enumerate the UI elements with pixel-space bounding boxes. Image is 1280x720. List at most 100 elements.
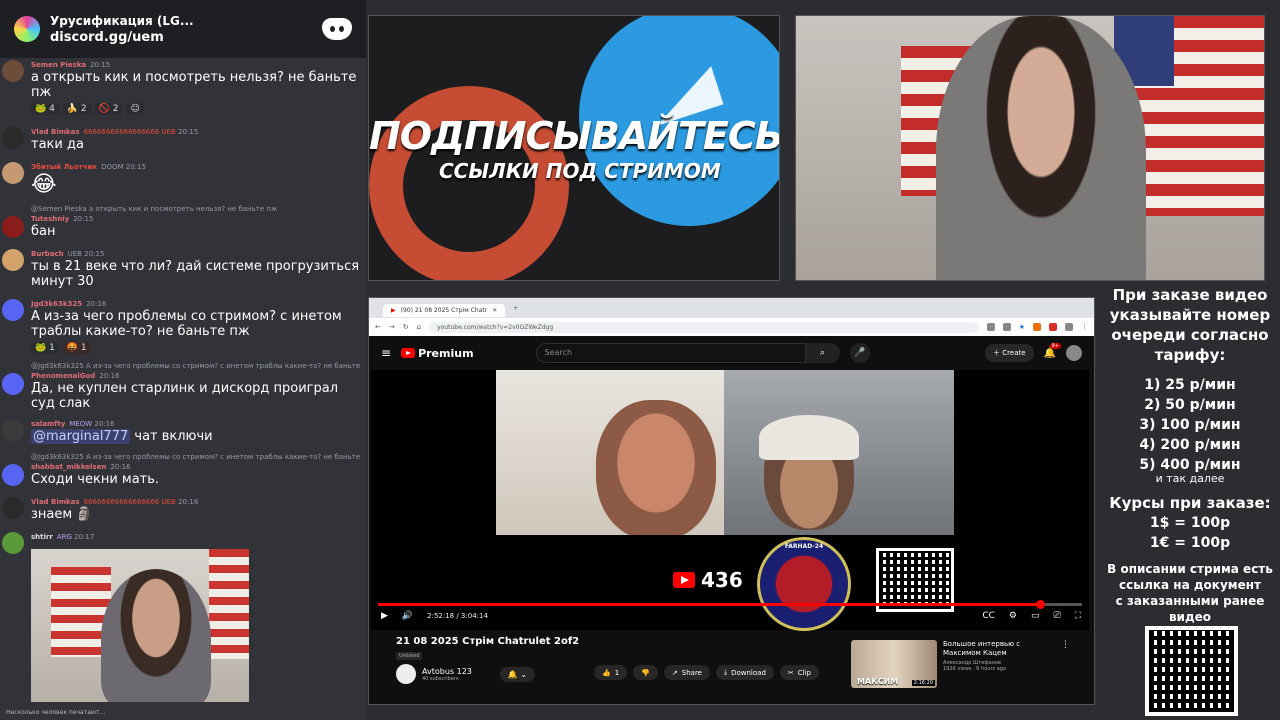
avatar (2, 497, 24, 519)
chat-message: @Jgd3k63k325 А из-за чего проблемы со ст… (0, 359, 366, 413)
reply-preview[interactable]: @Semen Pieska а открыть кик и посмотреть… (31, 204, 362, 214)
message-text: Сходи чекни мать. (31, 472, 160, 487)
youtube-play-icon (673, 572, 695, 588)
extension-icon[interactable] (986, 323, 995, 331)
chat-header: Урусификация (LG... discord.gg/uem (0, 0, 366, 58)
reply-preview[interactable]: @Jgd3k63k325 А из-за чего проблемы со ст… (31, 452, 362, 462)
search-input[interactable]: Search (535, 343, 806, 363)
browser-tab[interactable]: ▶ (90) 21 08 2025 Стрім Chatr ✕ (383, 303, 506, 317)
message-text: Да, не куплен старлинк и дискорд проигра… (31, 381, 339, 411)
close-tab-icon[interactable]: ✕ (492, 307, 497, 314)
tariff-item: 1) 25 р/мин (1144, 377, 1236, 393)
username[interactable]: shabbat_mikkelsen (31, 463, 106, 471)
avatar (2, 299, 24, 321)
timestamp: 20:15 (73, 215, 94, 223)
settings-gear-icon[interactable]: ⚙ (1009, 611, 1017, 621)
extension-icon[interactable] (1002, 323, 1011, 331)
channel-name[interactable]: Avtobus 123 (422, 667, 472, 676)
youtube-subscriber-counter: 436 (673, 568, 743, 592)
server-name: Урусификация (LG... (50, 13, 194, 28)
streamer-face (936, 16, 1146, 280)
more-options-icon[interactable]: ⋮ (1061, 640, 1070, 688)
like-button[interactable]: 👍 1 (594, 665, 628, 680)
new-tab-icon[interactable]: + (513, 305, 518, 312)
clip-button[interactable]: ✂ Clip (779, 665, 819, 680)
play-icon[interactable]: ▶ (381, 611, 388, 621)
video-player[interactable]: 436 FARHAD-24 ▶ 🔊 2:52:18 / 3:04:14 CC ⚙… (371, 370, 1089, 631)
username[interactable]: PhenomenalGod (31, 372, 95, 380)
bookmark-star-icon[interactable]: ★ (1019, 323, 1025, 331)
forward-icon[interactable]: → (389, 323, 395, 331)
rec-thumbnail[interactable]: МАКСИМ 2:16:20 (851, 640, 937, 688)
microphone-icon[interactable]: 🎤 (849, 343, 870, 363)
volume-icon[interactable]: 🔊 (402, 611, 413, 621)
avatar (2, 464, 24, 486)
username[interactable]: Збитый Льотчик (31, 163, 97, 171)
hamburger-menu-icon[interactable]: ≡ (381, 346, 391, 360)
username[interactable]: Vlad Bimkas (31, 128, 80, 136)
download-button[interactable]: ⤓ Download (715, 665, 774, 680)
progress-bar[interactable] (378, 600, 1082, 609)
message-text: бан (31, 224, 56, 239)
avatar (2, 162, 24, 184)
avatar (2, 419, 24, 441)
server-icon (14, 16, 40, 42)
notification-count: 9+ (1049, 342, 1061, 349)
username[interactable]: Vlad Bimkas (31, 498, 80, 506)
dislike-button[interactable]: 👎 (633, 665, 658, 680)
chat-message: Semen Pieska 20:15 а открыть кик и посмот… (0, 58, 366, 117)
extension-icon[interactable] (1033, 323, 1041, 331)
search-icon[interactable]: ⌕ (805, 343, 840, 363)
reaction[interactable]: 🐸 4 (31, 103, 59, 115)
add-reaction-icon[interactable]: ☺ (126, 103, 144, 115)
timestamp: 20:17 (74, 533, 95, 541)
action-buttons: 👍 1 👎 ↗ Share ⤓ Download ✂ Clip (594, 665, 819, 680)
profile-icon[interactable] (1065, 323, 1073, 331)
account-avatar[interactable] (1066, 345, 1082, 361)
scrubber-handle[interactable] (1035, 600, 1045, 609)
reaction[interactable]: 🍌 2 (62, 103, 91, 115)
username[interactable]: Tuteshniy (31, 215, 69, 223)
home-icon[interactable]: ⌂ (417, 323, 421, 331)
streamer-webcam (795, 15, 1265, 281)
reactions: 🐸 1 🤬 1 (31, 342, 362, 354)
channel-avatar[interactable] (396, 664, 416, 684)
cast-icon[interactable]: ⎚ (1053, 611, 1060, 621)
recommended-video[interactable]: МАКСИМ 2:16:20 Большое интервью с Максим… (851, 640, 1070, 688)
reaction[interactable]: 🤬 1 (62, 342, 91, 354)
reaction[interactable]: 🚫 2 (94, 103, 123, 115)
youtube-logo[interactable]: Premium (401, 347, 474, 360)
notifications-bell-icon[interactable]: 🔔 9+ (1044, 342, 1061, 359)
timestamp: 20:15 (178, 128, 199, 136)
reply-preview[interactable]: @Jgd3k63k325 А из-за чего проблемы со ст… (31, 361, 362, 371)
invite-link[interactable]: discord.gg/uem (50, 30, 322, 45)
fullscreen-icon[interactable]: ⛶ (1075, 611, 1081, 621)
username[interactable]: shtirr (31, 533, 53, 541)
create-button[interactable]: ＋ Create (985, 344, 1034, 362)
back-icon[interactable]: ← (375, 323, 381, 331)
miniplayer-icon[interactable]: ▭ (1031, 611, 1040, 621)
username[interactable]: Burbach (31, 250, 64, 258)
stream-layout: Урусификация (LG... discord.gg/uem Semen… (0, 0, 1280, 720)
rec-title[interactable]: Большое интервью с Максимом Кацем (943, 640, 1043, 658)
chat-message: Vlad Bimkas 66666666666666666 UEB 20:15 т… (0, 125, 366, 154)
sticker-icon: 🗿 (76, 507, 93, 522)
banner-subtitle: ССЫЛКИ ПОД СТРИМОМ (439, 159, 721, 183)
subscribed-bell-button[interactable]: 🔔 ⌄ (499, 666, 536, 682)
chat-message: @Semen Pieska а открыть кик и посмотреть… (0, 202, 366, 241)
attached-webcam-image[interactable] (31, 549, 249, 702)
reload-icon[interactable]: ↻ (403, 323, 409, 331)
share-button[interactable]: ↗ Share (663, 665, 710, 680)
username[interactable]: salamfty (31, 420, 65, 428)
reaction[interactable]: 🐸 1 (31, 342, 59, 354)
url-field[interactable]: youtube.com/watch?v=2v0OZWeZdgg (429, 321, 979, 333)
menu-dots-icon[interactable]: ⋮ (1081, 323, 1088, 331)
video-title: 21 08 2025 Стрім Chatrulet 2of2 (396, 636, 580, 647)
timestamp: 20:15 (90, 61, 111, 69)
extension-icon[interactable] (1049, 323, 1057, 331)
captions-icon[interactable]: CC (982, 611, 995, 621)
username[interactable]: Jgd3k63k325 (31, 300, 82, 308)
username[interactable]: Semen Pieska (31, 61, 86, 69)
banner-title: ПОДПИСЫВАЙТЕСЬ (369, 114, 780, 158)
mention[interactable]: @marginal777 (31, 429, 131, 444)
